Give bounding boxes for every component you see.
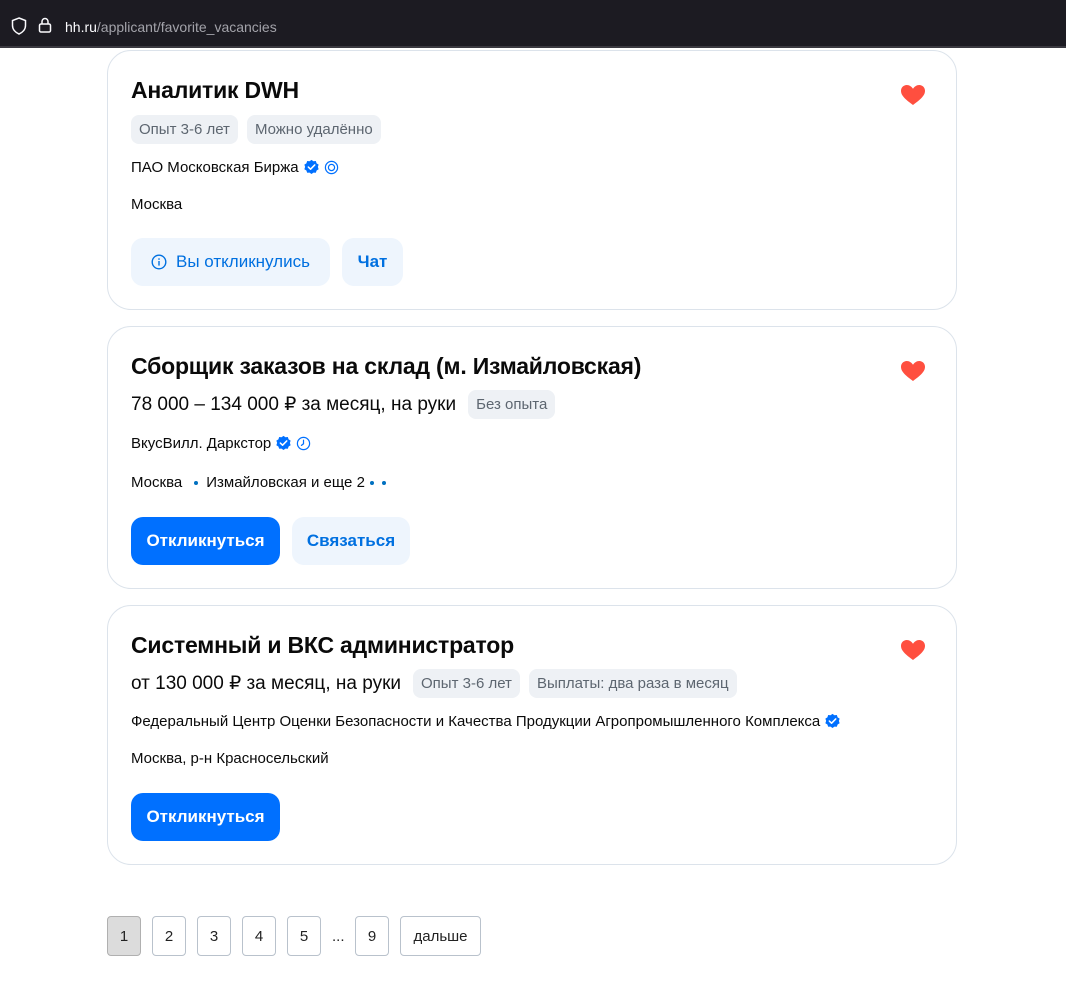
- metro-line-icon: [194, 480, 199, 485]
- address-bar[interactable]: hh.ru/applicant/favorite_vacancies: [65, 19, 277, 35]
- pagination-ellipsis: ...: [332, 927, 345, 945]
- location-row: Москва: [131, 196, 182, 213]
- tags-row: Опыт 3-6 лет Можно удалённо: [131, 115, 390, 144]
- page-1-button[interactable]: 1: [107, 916, 141, 956]
- responded-button[interactable]: Вы откликнулись: [131, 238, 330, 286]
- verified-icon: [304, 159, 319, 174]
- page-2-button[interactable]: 2: [152, 916, 186, 956]
- shield-icon[interactable]: [11, 17, 27, 35]
- city: Москва, р-н Красносельский: [131, 750, 329, 767]
- page-3-button[interactable]: 3: [197, 916, 231, 956]
- city: Москва: [131, 196, 183, 213]
- contact-button[interactable]: Связаться: [292, 517, 410, 565]
- heart-icon[interactable]: [900, 360, 926, 382]
- company-name[interactable]: Федеральный Центр Оценки Безопасности и …: [131, 713, 820, 730]
- company-row: Федеральный Центр Оценки Безопасности и …: [131, 713, 841, 730]
- chat-button[interactable]: Чат: [342, 238, 403, 286]
- vacancy-card: Системный и ВКС администратор от 130 000…: [107, 605, 957, 865]
- experience-tag: Опыт 3-6 лет: [413, 669, 520, 698]
- vacancy-title[interactable]: Сборщик заказов на склад (м. Измайловска…: [131, 353, 641, 380]
- heart-icon[interactable]: [900, 84, 926, 106]
- remote-tag: Можно удалённо: [246, 115, 381, 144]
- salary-row: от 130 000 ₽ за месяц, на руки Опыт 3-6 …: [131, 669, 746, 698]
- vacancy-card: Аналитик DWH Опыт 3-6 лет Можно удалённо…: [107, 50, 957, 310]
- toolbar-divider: [0, 46, 1066, 48]
- metro-station: Измайловская и еще 2: [206, 474, 365, 491]
- payout-tag: Выплаты: два раза в месяц: [528, 669, 737, 698]
- url-path: /applicant/favorite_vacancies: [96, 19, 277, 35]
- company-row: ПАО Московская Биржа: [131, 159, 339, 176]
- lock-icon[interactable]: [38, 17, 52, 33]
- responded-label: Вы откликнулись: [176, 252, 310, 271]
- heart-icon[interactable]: [900, 639, 926, 661]
- vacancy-card: Сборщик заказов на склад (м. Измайловска…: [107, 326, 957, 589]
- page-4-button[interactable]: 4: [242, 916, 276, 956]
- salary: 78 000 – 134 000 ₽ за месяц, на руки: [131, 394, 457, 415]
- metro-line-icon: [381, 480, 386, 485]
- pagination: 1 2 3 4 5 ... 9 дальше: [107, 916, 492, 956]
- vacancy-title[interactable]: Аналитик DWH: [131, 77, 299, 104]
- metro-line-icon: [369, 480, 374, 485]
- url-host: hh.ru: [65, 19, 97, 35]
- clock-icon: [297, 436, 311, 451]
- apply-button[interactable]: Откликнуться: [131, 517, 280, 565]
- verified-icon: [276, 435, 291, 450]
- city: Москва: [131, 474, 183, 491]
- company-name[interactable]: ВкусВилл. Даркстор: [131, 435, 271, 452]
- accredited-it-icon: [324, 160, 338, 175]
- apply-button[interactable]: Откликнуться: [131, 793, 280, 841]
- company-row: ВкусВилл. Даркстор: [131, 435, 311, 452]
- verified-icon: [825, 713, 840, 728]
- location-row: Москва, р-н Красносельский: [131, 750, 329, 767]
- browser-toolbar: hh.ru/applicant/favorite_vacancies: [0, 0, 1066, 48]
- salary: от 130 000 ₽ за месяц, на руки: [131, 673, 401, 694]
- location-row: Москва Измайловская и еще 2: [131, 474, 386, 491]
- info-icon: [151, 254, 167, 270]
- company-name[interactable]: ПАО Московская Биржа: [131, 159, 299, 176]
- experience-tag: Без опыта: [468, 390, 556, 419]
- next-page-button[interactable]: дальше: [400, 916, 481, 956]
- vacancy-title[interactable]: Системный и ВКС администратор: [131, 632, 514, 659]
- salary-row: 78 000 – 134 000 ₽ за месяц, на руки Без…: [131, 390, 564, 419]
- experience-tag: Опыт 3-6 лет: [131, 115, 238, 144]
- page-5-button[interactable]: 5: [287, 916, 321, 956]
- page-last-button[interactable]: 9: [355, 916, 389, 956]
